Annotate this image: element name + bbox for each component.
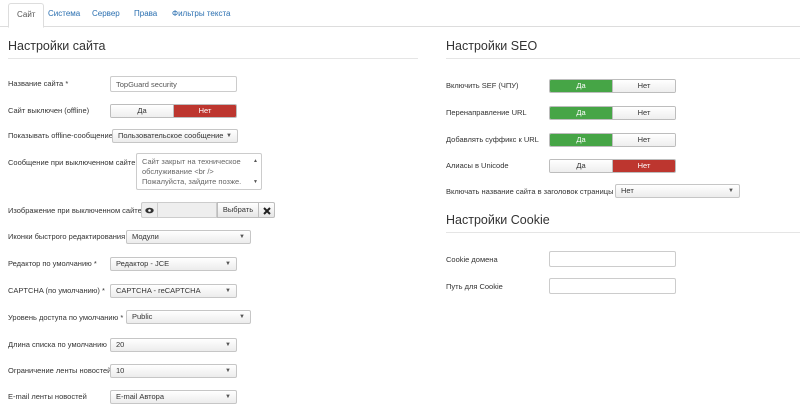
default-editor-select[interactable]: Редактор - JCE ▼: [110, 257, 237, 271]
chevron-down-icon: ▼: [239, 314, 245, 320]
cookie-settings-title: Настройки Cookie: [446, 213, 550, 227]
chevron-down-icon: ▼: [239, 234, 245, 240]
scroll-down-icon[interactable]: ▼: [253, 177, 258, 187]
list-length-label: Длина списка по умолчанию: [8, 340, 107, 349]
suffix-toggle: Да Нет: [549, 133, 676, 147]
offline-message-type-value: Пользовательское сообщение: [118, 131, 224, 140]
feed-limit-label: Ограничение ленты новостей: [8, 366, 112, 375]
sef-yes-button[interactable]: Да: [550, 80, 612, 92]
cookie-path-input[interactable]: [549, 278, 676, 294]
tab-system[interactable]: Система: [40, 3, 88, 27]
rewrite-label: Перенаправление URL: [446, 108, 527, 117]
frontend-edit-value: Модули: [132, 232, 159, 241]
offline-toggle: Да Нет: [110, 104, 237, 118]
rewrite-no-button[interactable]: Нет: [612, 107, 675, 119]
chevron-down-icon: ▼: [225, 261, 231, 267]
default-editor-value: Редактор - JCE: [116, 259, 170, 268]
feed-limit-value: 10: [116, 366, 125, 375]
tab-permissions[interactable]: Права: [126, 3, 165, 27]
feed-email-select[interactable]: E-mail Автора ▼: [110, 390, 237, 404]
chevron-down-icon: ▼: [225, 342, 231, 348]
site-settings-title: Настройки сайта: [8, 39, 106, 53]
offline-no-button[interactable]: Нет: [173, 105, 236, 117]
captcha-label: CAPTCHA (по умолчанию) *: [8, 286, 105, 295]
offline-message-type-select[interactable]: Пользовательское сообщение ▼: [112, 129, 238, 143]
unicode-no-button[interactable]: Нет: [612, 160, 675, 172]
rewrite-toggle: Да Нет: [549, 106, 676, 120]
offline-message-text: Сайт закрыт на техническое обслуживание …: [142, 157, 242, 186]
chevron-down-icon: ▼: [225, 288, 231, 294]
suffix-yes-button[interactable]: Да: [550, 134, 612, 146]
tab-site[interactable]: Сайт: [8, 3, 45, 28]
seo-settings-divider: [446, 58, 800, 59]
unicode-yes-button[interactable]: Да: [550, 160, 612, 172]
site-settings-divider: [8, 58, 418, 59]
frontend-edit-select[interactable]: Модули ▼: [126, 230, 251, 244]
site-name-label: Название сайта *: [8, 79, 69, 88]
cookie-domain-label: Cookie домена: [446, 255, 498, 264]
feed-email-value: E-mail Автора: [116, 392, 165, 401]
unicode-toggle: Да Нет: [549, 159, 676, 173]
access-level-select[interactable]: Public ▼: [126, 310, 251, 324]
cookie-settings-divider: [446, 232, 800, 233]
access-level-value: Public: [132, 312, 153, 321]
clear-image-icon[interactable]: [259, 202, 275, 218]
rewrite-yes-button[interactable]: Да: [550, 107, 612, 119]
offline-image-field: Выбрать: [141, 202, 275, 218]
offline-message-type-label: Показывать offline-сообщение: [8, 131, 113, 140]
offline-image-path: [157, 202, 217, 218]
unicode-label: Алиасы в Unicode: [446, 161, 509, 170]
offline-message-textarea[interactable]: Сайт закрыт на техническое обслуживание …: [136, 153, 262, 190]
default-editor-label: Редактор по умолчанию *: [8, 259, 97, 268]
cookie-domain-input[interactable]: [549, 251, 676, 267]
cookie-path-label: Путь для Cookie: [446, 282, 503, 291]
sef-no-button[interactable]: Нет: [612, 80, 675, 92]
suffix-no-button[interactable]: Нет: [612, 134, 675, 146]
offline-label: Сайт выключен (offline): [8, 106, 90, 115]
captcha-select[interactable]: CAPTCHA - reCAPTCHA ▼: [110, 284, 237, 298]
sef-label: Включить SEF (ЧПУ): [446, 81, 519, 90]
choose-image-button[interactable]: Выбрать: [217, 202, 259, 218]
sef-toggle: Да Нет: [549, 79, 676, 93]
sitename-pagetitles-select[interactable]: Нет ▼: [615, 184, 740, 198]
settings-tabs: Сайт Система Сервер Права Фильтры текста: [0, 0, 800, 28]
offline-image-label: Изображение при выключенном сайте: [8, 206, 142, 215]
feed-limit-select[interactable]: 10 ▼: [110, 364, 237, 378]
feed-email-label: E-mail ленты новостей: [8, 392, 87, 401]
sitename-pagetitles-value: Нет: [621, 186, 634, 195]
captcha-value: CAPTCHA - reCAPTCHA: [116, 286, 201, 295]
chevron-down-icon: ▼: [225, 368, 231, 374]
access-level-label: Уровень доступа по умолчанию *: [8, 313, 124, 322]
scroll-up-icon[interactable]: ▲: [253, 156, 258, 166]
sitename-pagetitles-label: Включать название сайта в заголовок стра…: [446, 187, 614, 196]
frontend-edit-label: Иконки быстрого редактирования: [8, 232, 126, 241]
offline-yes-button[interactable]: Да: [111, 105, 173, 117]
seo-settings-title: Настройки SEO: [446, 39, 538, 53]
chevron-down-icon: ▼: [225, 394, 231, 400]
site-name-input[interactable]: [110, 76, 237, 92]
chevron-down-icon: ▼: [226, 133, 232, 139]
chevron-down-icon: ▼: [728, 188, 734, 194]
list-length-select[interactable]: 20 ▼: [110, 338, 237, 352]
preview-eye-icon[interactable]: [141, 202, 157, 218]
suffix-label: Добавлять суффикс к URL: [446, 135, 539, 144]
list-length-value: 20: [116, 340, 125, 349]
offline-message-label: Сообщение при выключенном сайте: [8, 158, 136, 167]
tab-text-filters[interactable]: Фильтры текста: [164, 3, 238, 27]
tab-server[interactable]: Сервер: [84, 3, 128, 27]
